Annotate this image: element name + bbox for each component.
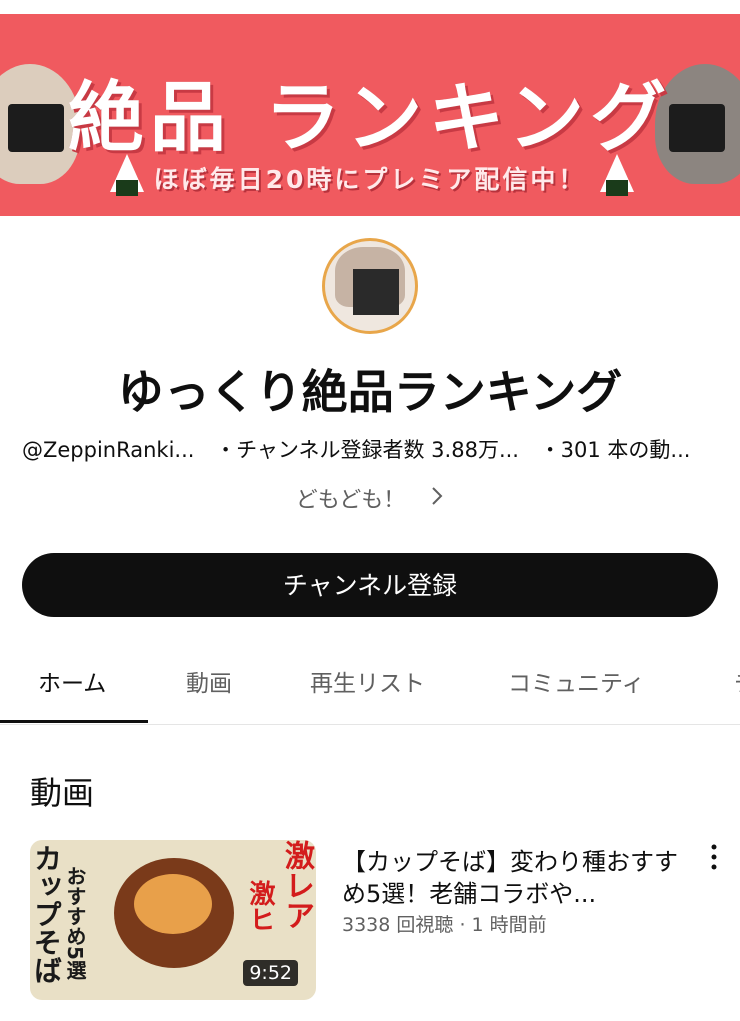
tab-playlists[interactable]: 再生リスト	[310, 650, 425, 724]
upload-age: · 1 時間前	[459, 914, 547, 936]
thumbnail-text: 激レア	[279, 840, 314, 930]
thumbnail-text: カップそば	[30, 844, 63, 984]
video-duration: 9:52	[243, 960, 298, 986]
thumbnail-text: 激ヒ	[245, 880, 275, 932]
channel-name: ゆっくり絶品ランキング	[117, 365, 623, 419]
more-vert-icon[interactable]	[704, 844, 724, 874]
channel-handle: @ZeppinRanki...	[22, 438, 195, 462]
description-text: どもども！	[295, 488, 406, 513]
subscriber-count: ・チャンネル登録者数 3.88万...	[215, 438, 519, 462]
thumbnail-tempura	[134, 874, 212, 934]
active-tab-indicator	[0, 720, 148, 723]
tab-videos[interactable]: 動画	[186, 650, 232, 724]
channel-meta: @ZeppinRanki... ・チャンネル登録者数 3.88万... ・301…	[22, 434, 722, 464]
video-title[interactable]: 【カップそば】変わり種おすすめ5選！老舗コラボや...	[342, 846, 692, 910]
channel-description[interactable]: どもども！	[0, 482, 740, 514]
channel-avatar[interactable]	[322, 238, 418, 334]
channel-tabs: ホーム 動画 再生リスト コミュニティ チ	[0, 650, 740, 725]
view-count: 3338 回視聴	[342, 914, 454, 936]
tab-community[interactable]: コミュニティ	[508, 650, 645, 724]
video-count: ・301 本の動...	[539, 438, 691, 462]
subscribe-button[interactable]: チャンネル登録	[22, 553, 718, 617]
thumbnail-text: おすすめ5選	[63, 866, 87, 980]
section-title: 動画	[30, 774, 95, 812]
banner-title: 絶品 ランキング	[67, 73, 673, 162]
tab-channels[interactable]: チ	[734, 650, 740, 724]
video-thumbnail[interactable]: カップそば おすすめ5選 激レア 激ヒ 9:52	[30, 840, 316, 1000]
censored-face	[353, 269, 399, 315]
chevron-right-icon	[430, 485, 444, 513]
channel-banner: 絶品 ランキング ほぼ毎日20時にプレミア配信中！	[0, 14, 740, 216]
video-meta: 3338 回視聴 · 1 時間前	[342, 910, 547, 937]
banner-subtitle: ほぼ毎日20時にプレミア配信中！	[153, 165, 587, 194]
tab-home[interactable]: ホーム	[38, 650, 106, 724]
